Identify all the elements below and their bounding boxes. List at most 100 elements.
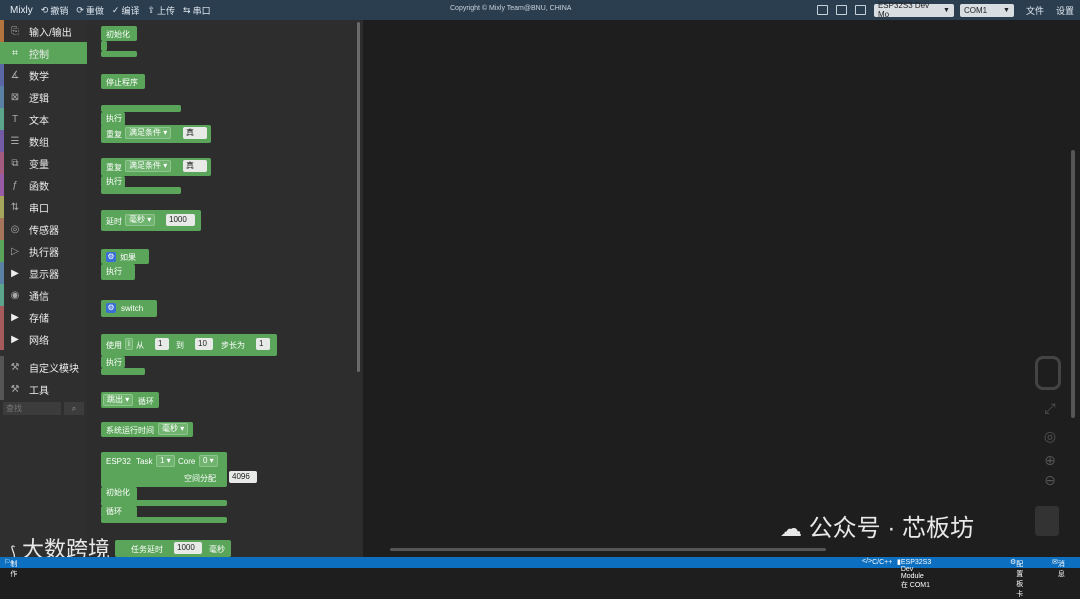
messages-button[interactable]: ✉ 消息 [1052, 558, 1065, 578]
backpack-icon[interactable] [1035, 356, 1061, 390]
serial-button[interactable]: ⇆ 串口 [183, 4, 211, 17]
task-label: Task [136, 457, 153, 466]
zoom-out-icon[interactable]: ⊖ [1042, 472, 1058, 488]
category-function[interactable]: ƒ 函数 [0, 174, 87, 196]
category-label: 文本 [29, 115, 49, 127]
do-while-top[interactable] [101, 105, 181, 112]
flyout-scrollbar[interactable] [357, 22, 360, 372]
category-color-bar [0, 86, 4, 108]
check-icon: ✓ [111, 4, 120, 15]
category-sensor[interactable]: ◎ 传感器 [0, 218, 87, 240]
settings-menu[interactable]: 设置 [1056, 4, 1074, 17]
port-select[interactable]: COM1 ▼ [959, 3, 1014, 17]
break-dropdown[interactable]: 跳出 ▾ [103, 394, 134, 406]
step-value-field[interactable]: 1 [256, 338, 270, 350]
upload-button[interactable]: ⇪ 上传 [147, 4, 175, 17]
true-field[interactable]: 真 [183, 160, 207, 172]
trash-icon[interactable] [1035, 506, 1059, 536]
category-actuator[interactable]: ▷ 执行器 [0, 240, 87, 262]
fullscreen-icon[interactable]: ⤢ [1042, 400, 1058, 416]
space-value-field[interactable]: 4096 [229, 471, 257, 483]
category-text[interactable]: T 文本 [0, 108, 87, 130]
undo-label: 撤销 [50, 5, 69, 16]
category-control[interactable]: ⌗ 控制 [0, 42, 87, 64]
core-dropdown[interactable]: 0 ▾ [199, 455, 218, 467]
copyright-text: Copyright © Mixly Team@BNU, CHINA [450, 5, 572, 12]
category-color-bar [0, 328, 4, 350]
board-select[interactable]: ESP32S3 Dev Mo ▼ [873, 1, 954, 19]
condition-dropdown[interactable]: 满足条件 ▾ [125, 160, 172, 172]
category-storage[interactable]: ▶ 存储 [0, 306, 87, 328]
serial-label: 串口 [192, 5, 211, 16]
category-sidebar: ⎘ 输入/输出 ⌗ 控制 ∡ 数学 ⊠ 逻辑 T 文本 ☰ 数组 ⧉ 变量 ƒ 函数 ⇅ 串口 ◎… [0, 20, 87, 557]
delay-unit-dropdown[interactable]: 毫秒 ▾ [125, 214, 156, 226]
search-icon[interactable]: ⌕ [64, 402, 84, 415]
compile-button[interactable]: ✓ 编译 [112, 4, 140, 17]
search-input[interactable]: 查找 [3, 402, 61, 415]
category-math[interactable]: ∡ 数学 [0, 64, 87, 86]
category-network[interactable]: ▶ 网络 [0, 328, 87, 350]
file-menu[interactable]: 文件 [1026, 4, 1044, 17]
zoom-in-icon[interactable]: ⊕ [1042, 452, 1058, 468]
redo-icon: ⟳ [76, 4, 84, 15]
category-label: 执行器 [29, 247, 59, 259]
category-color-bar [0, 262, 4, 284]
control-icon: ⌗ [12, 47, 18, 59]
task-delay-value-field[interactable]: 1000 [174, 542, 202, 554]
core-dropdown-value: 0 [203, 456, 208, 465]
runtime-unit-value: 毫秒 [162, 424, 178, 433]
window-icon[interactable] [816, 5, 828, 15]
for-loop-foot [101, 368, 145, 375]
category-array[interactable]: ☰ 数组 [0, 130, 87, 152]
to-value-field[interactable]: 10 [195, 338, 213, 350]
status-left[interactable]: ⚐ 制作 [4, 558, 17, 578]
category-label: 逻辑 [29, 93, 49, 105]
config-board-button[interactable]: ⚙ 配置板卡 [1010, 558, 1023, 598]
category-communication[interactable]: ◉ 通信 [0, 284, 87, 306]
category-io[interactable]: ⎘ 输入/输出 [0, 20, 87, 42]
delay-value-field[interactable]: 1000 [166, 214, 195, 226]
gear-icon[interactable]: ⚙ [106, 252, 116, 262]
category-logic[interactable]: ⊠ 逻辑 [0, 86, 87, 108]
chevron-down-icon: ▼ [1003, 6, 1010, 14]
recenter-icon[interactable]: ◎ [1042, 428, 1058, 444]
upload-icon: ⇪ [147, 4, 156, 15]
category-tools[interactable]: ⚒ 工具 [0, 378, 87, 400]
category-serial[interactable]: ⇅ 串口 [0, 196, 87, 218]
from-value-field[interactable]: 1 [155, 338, 169, 350]
category-color-bar [0, 130, 4, 152]
category-color-bar [0, 306, 4, 328]
chevron-down-icon: ▼ [943, 6, 950, 14]
loop-label: 循环 [106, 507, 122, 516]
code-view-icon[interactable] [854, 5, 866, 15]
category-label: 控制 [29, 49, 49, 61]
watermark-logo-right: ☁ 公众号 · 芯板坊 [780, 508, 974, 543]
workspace-vertical-scrollbar[interactable] [1071, 150, 1075, 418]
serial-port-icon: ⇅ [10, 201, 20, 213]
undo-button[interactable]: ⟲ 撤销 [41, 4, 69, 17]
blockly-workspace[interactable]: ⤢ ◎ ⊕ ⊖ [363, 20, 1080, 557]
loop-variable-dropdown[interactable]: i [125, 338, 133, 350]
task-dropdown[interactable]: 1 ▾ [156, 455, 175, 467]
logic-icon: ⊠ [10, 91, 20, 103]
category-variable[interactable]: ⧉ 变量 [0, 152, 87, 174]
repeat-label: 重复 [106, 130, 122, 139]
redo-button[interactable]: ⟳ 重做 [76, 4, 104, 17]
board-status[interactable]: ▮ ESP32S3 Dev Module 在 COM1 [897, 558, 931, 589]
status-bar: ⚐ 制作 </> C/C++ ▮ ESP32S3 Dev Module 在 CO… [0, 557, 1080, 598]
condition-dropdown[interactable]: 满足条件 ▾ [125, 127, 172, 139]
top-toolbar: Mixly ⟲ 撤销 ⟳ 重做 ✓ 编译 ⇪ 上传 ⇆ 串口 Copyright © Mi… [0, 0, 1080, 20]
gear-icon[interactable]: ⚙ [106, 303, 116, 313]
redo-label: 重做 [85, 5, 104, 16]
category-display[interactable]: ▶ 显示器 [0, 262, 87, 284]
block-flyout: 初始化 停止程序 执行 重复 满足条件 ▾ 真 重复 满足条件 ▾ 真 执行 延… [87, 20, 363, 557]
language-status[interactable]: </> C/C++ [862, 558, 892, 566]
true-field[interactable]: 真 [183, 127, 207, 139]
category-custom-module[interactable]: ⚒ 自定义模块 [0, 356, 87, 378]
sensor-icon: ◎ [10, 223, 20, 235]
category-label: 显示器 [29, 269, 59, 281]
math-icon: ∡ [10, 69, 20, 81]
runtime-unit-dropdown[interactable]: 毫秒 ▾ [158, 423, 189, 435]
workspace-horizontal-scrollbar[interactable] [390, 548, 826, 551]
panel-icon[interactable] [835, 5, 847, 15]
